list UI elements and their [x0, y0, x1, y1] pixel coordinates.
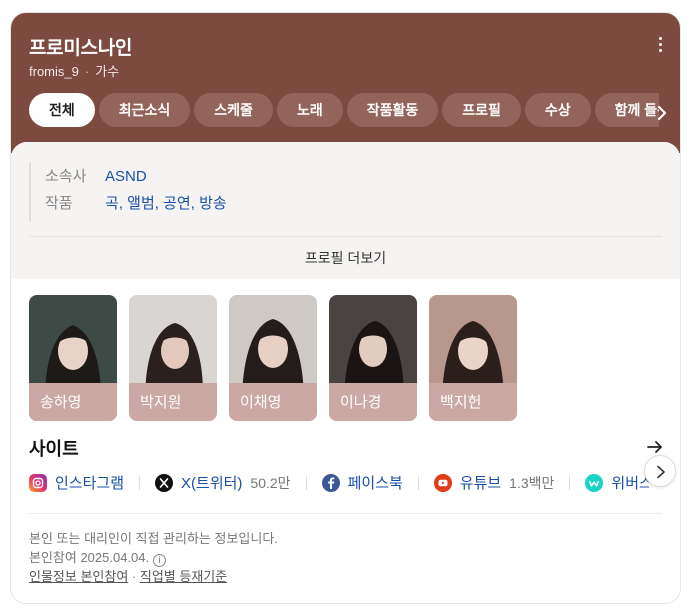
- site-follower-count: 1.3백만: [509, 474, 555, 491]
- site-instagram[interactable]: 인스타그램: [29, 472, 124, 493]
- member-card[interactable]: 이나경: [329, 295, 417, 421]
- arrow-right-icon[interactable]: [646, 438, 664, 456]
- footer-link-separator: ·: [131, 569, 137, 584]
- agency-row: 소속사 ASND: [45, 165, 147, 186]
- tab-profile[interactable]: 프로필: [442, 93, 521, 127]
- site-label: 유튜브: [459, 475, 502, 492]
- site-label: 위버스: [611, 475, 649, 492]
- works-row: 작품 곡, 앨범, 공연, 방송: [45, 192, 227, 213]
- profile-title: 프로미스나인: [29, 38, 133, 59]
- subtitle-dot: ·: [84, 64, 90, 79]
- chevron-right-icon: [657, 465, 665, 479]
- instagram-icon: [29, 473, 47, 492]
- member-name: 이나경: [340, 394, 382, 411]
- profile-subtitle: fromis_9 · 가수: [29, 61, 119, 80]
- site-x[interactable]: X(트위터) 50.2만: [155, 472, 291, 493]
- tab-similar-artists[interactable]: 함께 들은 아티스트: [594, 93, 659, 127]
- subtitle-role: 가수: [95, 64, 120, 79]
- more-options-icon[interactable]: [656, 37, 664, 57]
- facebook-icon: [321, 473, 340, 492]
- agency-label: 소속사: [45, 168, 87, 185]
- member-name: 이채영: [240, 394, 282, 411]
- works-link-performances[interactable]: 공연: [163, 195, 191, 212]
- site-list: 인스타그램 X(트위터) 50.2만 페이스북 유튜브 1.3백만 위버스: [29, 472, 649, 498]
- chevron-right-icon[interactable]: [654, 105, 670, 121]
- tab-awards[interactable]: 수상: [524, 93, 591, 127]
- member-name: 송하영: [40, 394, 82, 411]
- member-card[interactable]: 송하영: [29, 295, 117, 421]
- site-divider: [569, 475, 571, 490]
- footer-link-self-participation[interactable]: 인물정보 본인참여: [29, 569, 128, 584]
- footer-managed-note: 본인 또는 대리인이 직접 관리하는 정보입니다.: [29, 531, 278, 546]
- member-name: 박지원: [140, 394, 182, 411]
- tab-works[interactable]: 작품활동: [346, 93, 439, 127]
- member-card[interactable]: 박지원: [129, 295, 217, 421]
- x-icon: [155, 473, 174, 492]
- site-facebook[interactable]: 페이스북: [321, 472, 403, 493]
- footer-links: 인물정보 본인참여 · 직업별 등재기준: [29, 567, 278, 586]
- footer-participation-date: 본인참여 2025.04.04.: [29, 550, 150, 565]
- site-follower-count: 50.2만: [250, 474, 291, 491]
- weverse-icon: [585, 473, 604, 492]
- tab-bar: 전체최근소식스케줄노래작품활동프로필수상함께 들은 아티스트: [29, 93, 659, 127]
- info-box: 소속사 ASND 작품 곡, 앨범, 공연, 방송 프로필 더보기: [11, 142, 680, 279]
- footer-divider: [29, 513, 662, 514]
- site-label: 인스타그램: [55, 475, 125, 492]
- sites-scroll-next-button[interactable]: [644, 455, 676, 487]
- site-label: X(트위터): [181, 475, 243, 492]
- tab-all[interactable]: 전체: [29, 93, 95, 127]
- site-divider: [417, 475, 419, 490]
- sites-title: 사이트: [29, 439, 79, 459]
- footer-link-registration-criteria[interactable]: 직업별 등재기준: [140, 569, 227, 584]
- site-weverse[interactable]: 위버스: [585, 472, 649, 493]
- member-name: 백지헌: [440, 394, 482, 411]
- profile-more-button[interactable]: 프로필 더보기: [11, 248, 680, 268]
- info-icon[interactable]: i: [153, 554, 167, 567]
- member-card[interactable]: 이채영: [229, 295, 317, 421]
- subtitle-name: fromis_9: [29, 64, 79, 79]
- tab-schedule[interactable]: 스케줄: [194, 93, 273, 127]
- profile-header: 프로미스나인 fromis_9 · 가수 전체 최근소식 스케줄 노래 작품활동 프로필 수상 함…: [11, 13, 680, 153]
- site-label: 페이스북: [347, 475, 403, 492]
- member-list: 송하영 박지원 이채영 이나경 백지헌: [29, 295, 529, 421]
- site-divider: [305, 475, 307, 490]
- works-link-broadcasts[interactable]: 방송: [199, 195, 227, 212]
- footer-participation-row: 본인참여 2025.04.04. i: [29, 548, 278, 567]
- tab-news[interactable]: 최근소식: [98, 93, 191, 127]
- footer-info: 본인 또는 대리인이 직접 관리하는 정보입니다. 본인참여 2025.04.0…: [29, 529, 278, 586]
- profile-card: 프로미스나인 fromis_9 · 가수 전체 최근소식 스케줄 노래 작품활동 프로필 수상 함…: [10, 12, 681, 604]
- info-accent-bar: [29, 162, 31, 222]
- site-divider: [139, 475, 141, 490]
- info-divider: [29, 236, 662, 237]
- works-link-albums[interactable]: 앨범: [127, 195, 155, 212]
- agency-link[interactable]: ASND: [105, 168, 147, 185]
- tab-songs[interactable]: 노래: [276, 93, 343, 127]
- youtube-icon: [433, 473, 452, 492]
- works-label: 작품: [45, 195, 73, 212]
- profile-body: 소속사 ASND 작품 곡, 앨범, 공연, 방송 프로필 더보기 송하영 박지…: [11, 142, 680, 603]
- member-card[interactable]: 백지헌: [429, 295, 517, 421]
- works-link-songs[interactable]: 곡: [105, 195, 119, 212]
- site-youtube[interactable]: 유튜브 1.3백만: [433, 472, 555, 493]
